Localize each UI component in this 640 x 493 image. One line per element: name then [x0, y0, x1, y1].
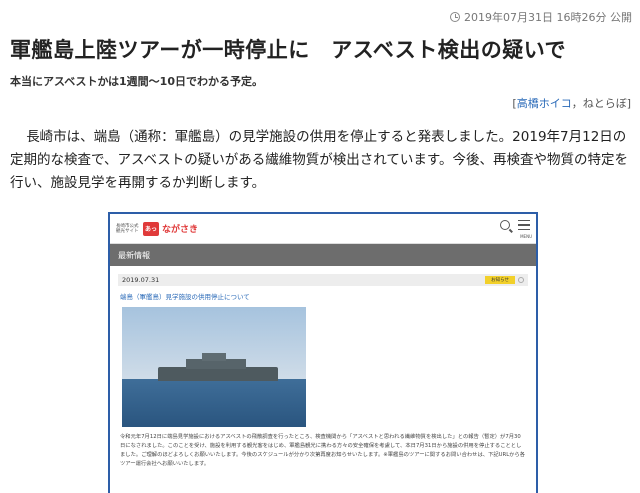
embedded-section-band: 最新情報 [110, 244, 536, 266]
publish-meta: 2019年07月31日 16時26分 公開 [450, 9, 632, 25]
photo-sea [122, 379, 306, 427]
embedded-header-icons [500, 220, 530, 230]
photo-island-top [202, 353, 226, 361]
nagasaki-logo-icon: あっ [143, 221, 159, 236]
embedded-news-date: 2019.07.31 [122, 276, 160, 284]
menu-icon [518, 220, 530, 230]
photo-island [158, 367, 278, 381]
embedded-site-header: 長崎市公式観光サイト あっ ながさき MENU [110, 214, 536, 244]
embedded-screenshot: 長崎市公式観光サイト あっ ながさき MENU 最新情報 2019.07.31 … [108, 212, 538, 493]
embedded-menu-label: MENU [520, 234, 532, 239]
embedded-news-title: 端島（軍艦島）見学施設の供用停止について [120, 293, 250, 301]
embedded-news-date-bar: 2019.07.31 お知らせ [118, 274, 528, 286]
embedded-news-item: 2019.07.31 お知らせ 端島（軍艦島）見学施設の供用停止について [110, 266, 536, 427]
byline-source: ，ねとらぼ] [571, 97, 631, 110]
embedded-site-caption: 長崎市公式観光サイト [116, 223, 139, 234]
embedded-logo-text: ながさき [162, 225, 199, 235]
search-icon [500, 220, 510, 230]
article-paragraph: 長崎市は、端島（通称：軍艦島）の見学施設の供用を停止すると発表しました。2019… [10, 129, 629, 191]
article-headline: 軍艦島上陸ツアーが一時停止に アスベスト検出の疑いで [10, 38, 567, 62]
article-subhead: 本当にアスベストかは1週間〜10日でわかる予定。 [10, 75, 263, 88]
article-body: 長崎市は、端島（通称：軍艦島）の見学施設の供用を停止すると発表しました。2019… [10, 126, 632, 195]
author-link[interactable]: 高橋ホイコ [517, 97, 572, 110]
clock-icon [450, 12, 461, 22]
embedded-news-tags: お知らせ [485, 276, 524, 284]
gunkanjima-photo [122, 307, 306, 427]
circle-icon [518, 277, 524, 283]
byline: [高橋ホイコ，ねとらぼ] [512, 95, 631, 111]
embedded-news-body: 令和元年7月12日に端島見学施設におけるアスベストの飛散調査を行ったところ、検査… [120, 434, 526, 467]
publish-timestamp: 2019年07月31日 16時26分 公開 [464, 11, 632, 24]
embedded-news-badge: お知らせ [485, 276, 515, 284]
